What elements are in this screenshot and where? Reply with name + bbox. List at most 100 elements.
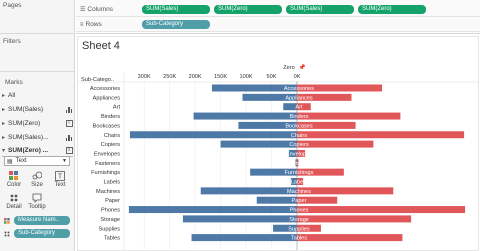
pages-title: Pages [3,2,22,9]
filters-panel[interactable]: Filters [0,36,74,72]
marks-title: Marks [5,79,23,86]
x-tick-label: 150K [214,74,227,80]
measure-names-color-icon [4,218,10,224]
sub-category-detail-pill[interactable]: Sub-Category [14,229,70,238]
size-icon [32,170,43,181]
bar-center-label: Tables [291,236,307,242]
bar-left[interactable] [200,187,297,195]
marks-item-label: SUM(Zero) [8,119,41,127]
category-label: Machines [96,189,120,195]
bar-chart-icon [65,134,73,141]
size-card-label: Size [31,182,43,188]
bar-center-label: Bookcases [285,123,313,129]
bar-right[interactable] [297,112,401,120]
bar-left[interactable] [128,206,297,214]
x-tick-label: 50K [267,74,277,80]
bars-right-series [297,84,466,242]
sheet-view: Sheet 4 Zero 📌 Sub-Catego.. 300K 250K 200K 150… [76,36,480,251]
marks-item-all[interactable]: ▸ All [2,89,73,101]
category-label: Bookcases [93,123,121,129]
category-label: Accessories [90,86,120,92]
bar-right[interactable] [297,234,403,242]
category-labels: Accessories Appliances Art Binders Bookcases… [90,86,121,242]
text-card[interactable]: T Text [50,170,70,191]
svg-text:T: T [58,173,63,180]
bar-center-label: Copiers [289,142,308,148]
marks-item-sum-sales[interactable]: ▸ SUM(Sales) [2,103,73,115]
columns-pill-sum-sales[interactable]: SUM(Sales) [142,5,210,14]
category-label: Art [113,105,121,111]
detail-icon [9,192,20,203]
category-label: Furnishings [91,170,120,176]
color-card[interactable]: Color [4,170,24,191]
mark-type-value: Text [15,158,27,164]
x-tick-label: 100K [240,74,253,80]
pages-panel[interactable]: Pages [0,0,74,34]
bar-center-label: Binders [290,114,309,120]
bar-center-label: Envelopes [286,151,312,157]
bar-right[interactable] [297,215,412,223]
bar-left[interactable] [193,112,297,120]
x-axis: Zero 📌Sub-Catego.. 300K 250K 200K 150K 100K 50K… [81,63,306,83]
bar-center-label: Labels [291,180,308,186]
bar-right[interactable] [297,187,394,195]
columns-icon: ☰ [80,7,86,13]
shelves-area: ☰ Columns SUM(Sales) SUM(Zero) SUM(Sales… [76,0,480,34]
text-mark-icon: T [65,119,73,127]
bar-left[interactable] [220,140,297,148]
rows-shelf-label: ≡ Rows [80,21,102,28]
bar-center-label: Paper [292,198,307,204]
rows-pill-sub-category[interactable]: Sub-Category [142,20,210,29]
category-label: Envelopes [94,151,120,157]
mark-type-dropdown[interactable]: ▤ Text ▼ [4,156,70,166]
category-label: Chairs [104,133,120,139]
x-tick-label: 0K [294,74,301,80]
text-mark-icon: T [65,147,73,154]
bar-center-label: Storage [289,217,309,223]
color-card-label: Color [6,182,22,188]
tooltip-icon [32,192,43,203]
columns-shelf-label: ☰ Columns [80,6,113,13]
bar-chart-icon [65,106,73,113]
x-tick-label: 200K [189,74,202,80]
category-label: Tables [104,236,120,242]
columns-pill-sum-sales-2[interactable]: SUM(Sales) [286,5,354,14]
bar-left[interactable] [129,131,297,139]
bar-chart: Zero 📌Sub-Catego.. 300K 250K 200K 150K 100K 50K… [78,63,479,250]
bar-center-label: Accessories [284,86,314,92]
marks-item-sum-zero[interactable]: ▸ SUM(Zero) T [2,117,73,129]
bar-right[interactable] [297,131,465,139]
category-label: Phones [101,208,120,214]
tooltip-card[interactable]: Tooltip [27,192,47,213]
chevron-down-icon: ▼ [62,158,67,164]
category-label: Paper [105,198,120,204]
bar-center-label: Chairs [291,133,307,139]
size-card[interactable]: Size [27,170,47,191]
text-label-icon: T [55,170,66,181]
text-mark-icon: ▤ [7,158,13,165]
detail-card-label: Detail [6,204,22,210]
category-label: Supplies [99,226,121,232]
bar-left[interactable] [182,215,297,223]
rows-shelf[interactable]: ≡ Rows Sub-Category [76,18,480,32]
detail-dots-icon [4,231,10,237]
detail-card[interactable]: Detail [4,192,24,213]
marks-item-sum-sales-2[interactable]: ▸ SUM(Sales)... [2,131,73,143]
measure-names-pill[interactable]: Measure Nam.. [14,216,70,225]
tooltip-card-label: Tooltip [28,204,46,210]
bar-right[interactable] [297,206,466,214]
columns-pill-sum-zero-2[interactable]: SUM(Zero) [358,5,426,14]
category-label: Binders [101,114,120,120]
bar-center-label: Supplies [288,226,310,232]
filters-title: Filters [3,38,21,45]
marks-item-label: All [8,91,16,99]
bar-left[interactable] [191,234,297,242]
columns-pill-sum-zero[interactable]: SUM(Zero) [214,5,282,14]
marks-item-label: SUM(Sales) [8,105,44,113]
marks-panel: Marks ▸ All ▸ SUM(Sales) ▸ SUM(Zero) T ▸… [0,74,74,251]
columns-label-text: Columns [87,6,114,13]
category-label: Fasteners [95,161,120,167]
x-tick-label: 300K [138,74,151,80]
bar-center-label: Fasteners [287,161,312,167]
columns-shelf[interactable]: ☰ Columns SUM(Sales) SUM(Zero) SUM(Sales… [76,3,480,17]
